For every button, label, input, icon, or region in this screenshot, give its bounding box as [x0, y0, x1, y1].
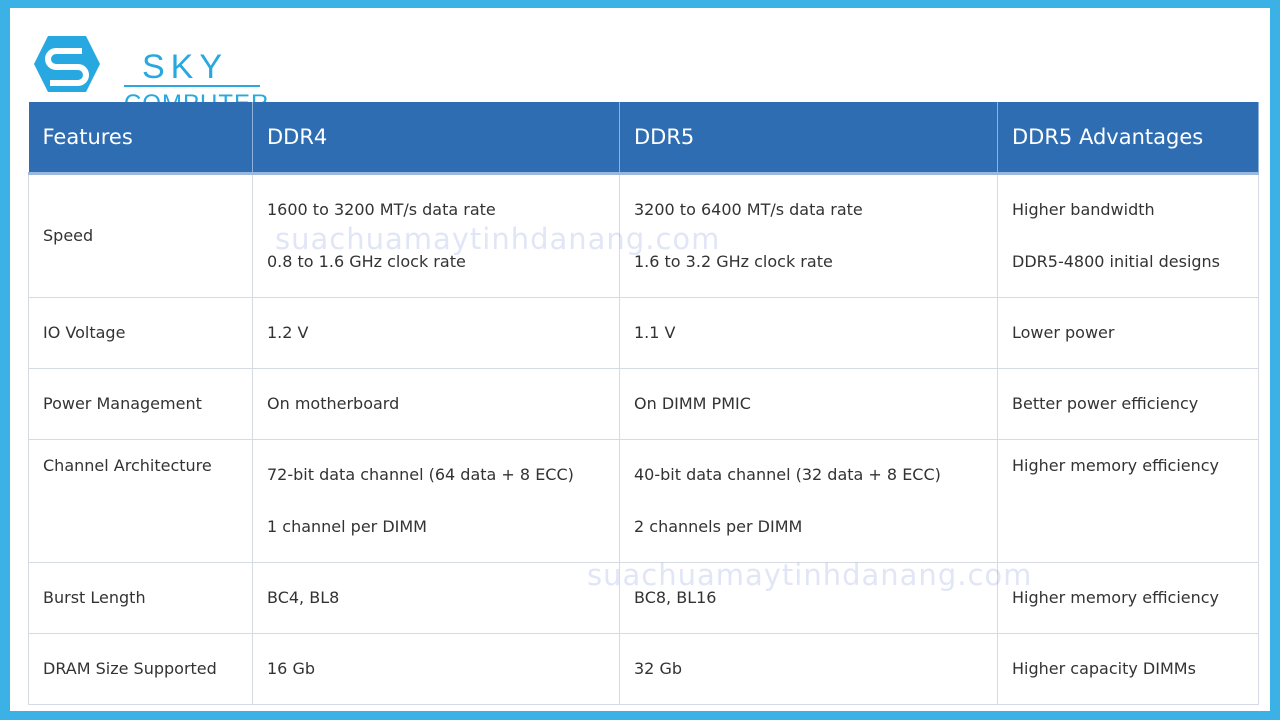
cell-ddr4: BC4, BL8: [252, 562, 620, 634]
cell-ddr4: 16 Gb: [252, 633, 620, 705]
cell-ddr5: 3200 to 6400 MT/s data rate 1.6 to 3.2 GH…: [619, 173, 998, 298]
cell-feature: Power Management: [28, 368, 253, 440]
cell-advantage: Higher memory efficiency: [997, 562, 1259, 634]
cell-advantage: Higher capacity DIMMs: [997, 633, 1259, 705]
cell-line: 2 channels per DIMM: [634, 517, 803, 536]
cell-line: 72-bit data channel (64 data + 8 ECC): [267, 465, 574, 484]
cell-line: 0.8 to 1.6 GHz clock rate: [267, 252, 466, 271]
cell-feature: DRAM Size Supported: [28, 633, 253, 705]
cell-feature: Burst Length: [28, 562, 253, 634]
cell-advantage: Higher memory efficiency: [997, 439, 1259, 563]
cell-line: 40-bit data channel (32 data + 8 ECC): [634, 465, 941, 484]
ddr4-vs-ddr5-table: Features DDR4 DDR5 DDR5 Advantages Speed…: [28, 102, 1259, 705]
logo-hexagon-icon: [34, 36, 100, 92]
table-row: IO Voltage 1.2 V 1.1 V Lower power: [28, 297, 1259, 369]
cell-ddr5: On DIMM PMIC: [619, 368, 998, 440]
cell-line: 1600 to 3200 MT/s data rate: [267, 200, 496, 219]
logo-divider: [124, 85, 260, 87]
header-ddr5: DDR5: [619, 102, 998, 175]
cell-ddr5: 1.1 V: [619, 297, 998, 369]
cell-advantage: Higher bandwidth DDR5-4800 initial design…: [997, 173, 1259, 298]
table-row: Speed 1600 to 3200 MT/s data rate 0.8 to …: [28, 173, 1259, 298]
cell-feature: Speed: [28, 173, 253, 298]
cell-advantage: Better power efficiency: [997, 368, 1259, 440]
cell-ddr4: On motherboard: [252, 368, 620, 440]
cell-line: Higher bandwidth: [1012, 200, 1155, 219]
table-row: Power Management On motherboard On DIMM …: [28, 368, 1259, 440]
cell-ddr4: 72-bit data channel (64 data + 8 ECC) 1 c…: [252, 439, 620, 563]
table-row: Channel Architecture 72-bit data channel…: [28, 439, 1259, 563]
header-features: Features: [28, 102, 253, 175]
cell-ddr5: 32 Gb: [619, 633, 998, 705]
cell-feature: IO Voltage: [28, 297, 253, 369]
cell-line: 1 channel per DIMM: [267, 517, 427, 536]
cell-advantage: Lower power: [997, 297, 1259, 369]
table-row: DRAM Size Supported 16 Gb 32 Gb Higher c…: [28, 633, 1259, 705]
cell-ddr5: 40-bit data channel (32 data + 8 ECC) 2 c…: [619, 439, 998, 563]
cell-ddr4: 1600 to 3200 MT/s data rate 0.8 to 1.6 GH…: [252, 173, 620, 298]
cell-ddr5: BC8, BL16: [619, 562, 998, 634]
header-ddr4: DDR4: [252, 102, 620, 175]
logo-sky-text: SKY: [142, 48, 229, 86]
cell-line: 3200 to 6400 MT/s data rate: [634, 200, 863, 219]
header-advantages: DDR5 Advantages: [997, 102, 1259, 175]
table-header-row: Features DDR4 DDR5 DDR5 Advantages: [28, 102, 1259, 175]
cell-line: DDR5-4800 initial designs: [1012, 252, 1221, 271]
cell-ddr4: 1.2 V: [252, 297, 620, 369]
sky-computer-logo: SKY COMPUTER: [32, 30, 268, 117]
cell-line: 1.6 to 3.2 GHz clock rate: [634, 252, 833, 271]
cell-feature: Channel Architecture: [28, 439, 253, 563]
table-row: Burst Length BC4, BL8 BC8, BL16 Higher m…: [28, 562, 1259, 634]
